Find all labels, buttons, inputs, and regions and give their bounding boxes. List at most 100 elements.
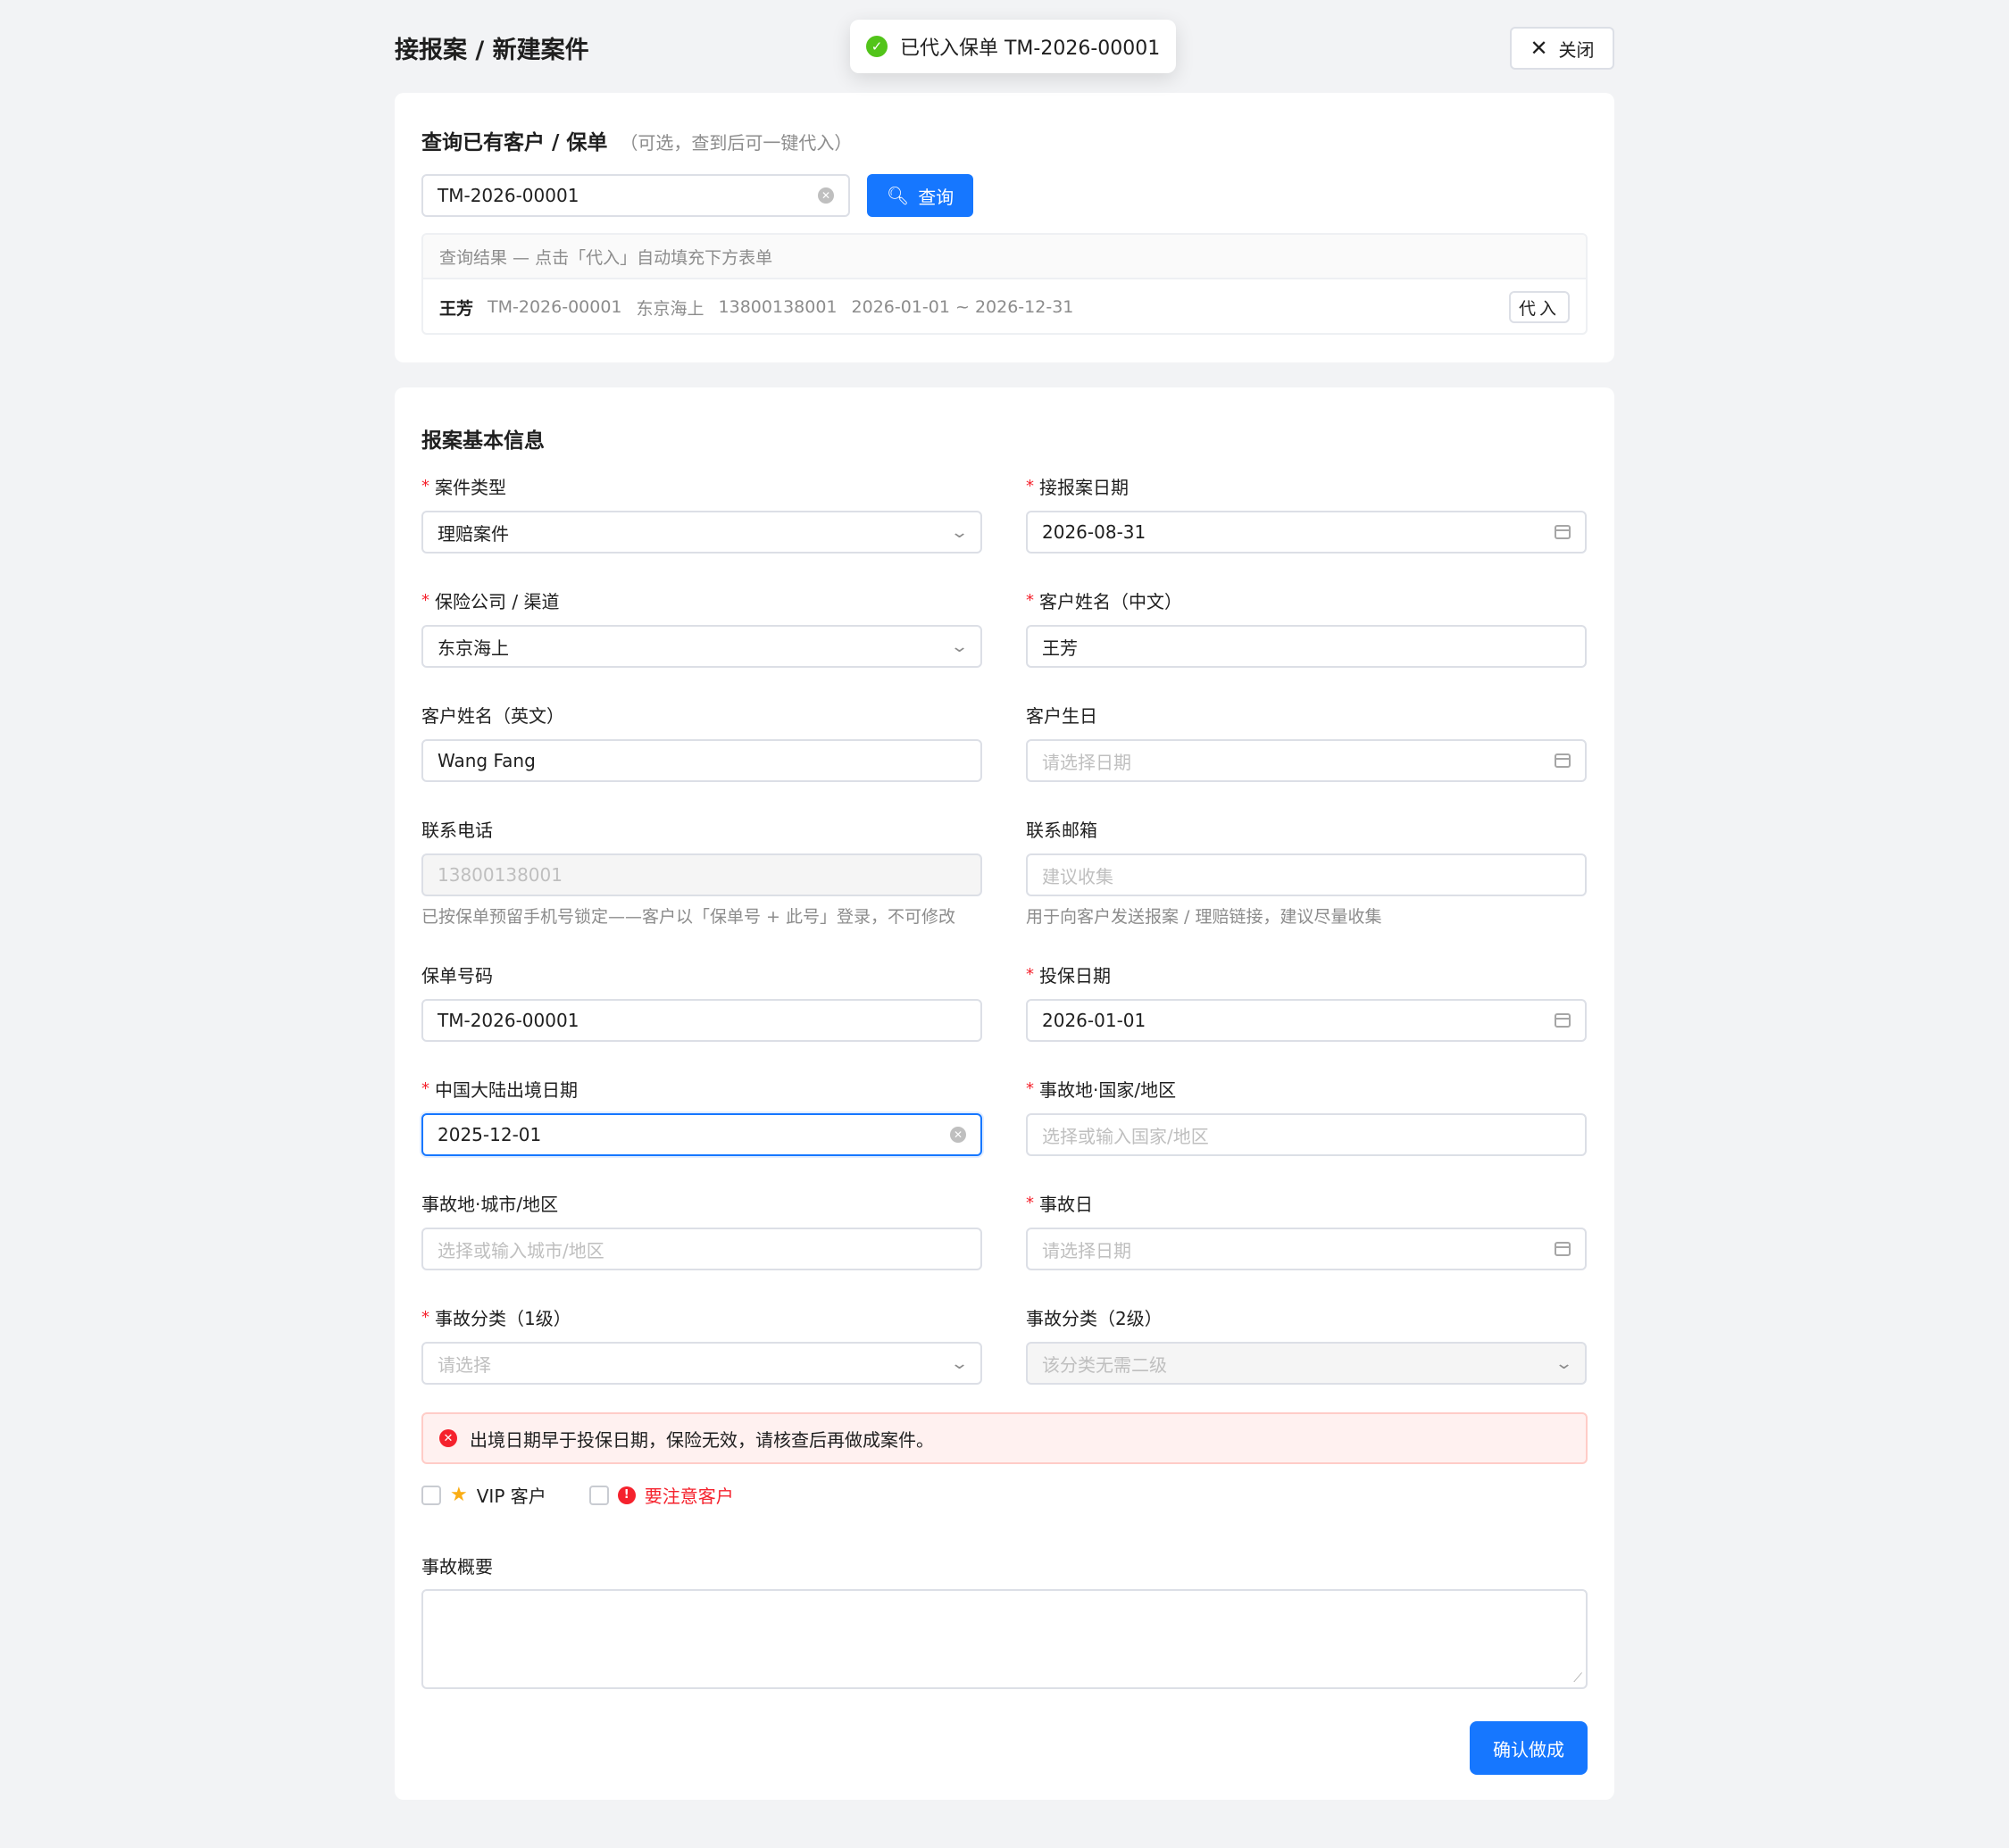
required-mark: * [1026, 1078, 1034, 1098]
form-title: 报案基本信息 [421, 429, 545, 453]
accident-country-field: * 事故地·国家/地区 选择或输入国家/地区 [1026, 1076, 1587, 1156]
search-input-value: TM-2026-00001 [438, 185, 579, 206]
category2-placeholder: 该分类无需二级 [1042, 1353, 1167, 1376]
accident-country-placeholder: 选择或输入国家/地区 [1042, 1125, 1209, 1147]
chevron-down-icon: ⌄ [949, 522, 970, 542]
birthday-picker[interactable]: 请选择日期 [1026, 739, 1587, 782]
chevron-down-icon: ⌄ [949, 1353, 970, 1373]
category2-select: 该分类无需二级 ⌄ [1026, 1342, 1587, 1385]
summary-label: 事故概要 [421, 1556, 493, 1577]
email-hint: 用于向客户发送报案 / 理赔链接，建议尽量收集 [1026, 907, 1382, 927]
search-subtitle: （可选，查到后可一键代入） [620, 132, 853, 154]
case-type-label: * 案件类型 [421, 473, 982, 498]
search-icon: 🔍︎ [886, 185, 910, 206]
policy-no-label: 保单号码 [421, 964, 493, 986]
result-policy: TM-2026-00001 [488, 297, 622, 317]
case-type-field: * 案件类型 理赔案件 ⌄ [421, 473, 982, 554]
exit-date-picker[interactable]: 2025-12-01 ✕ [421, 1113, 982, 1156]
chevron-down-icon: ⌄ [949, 637, 970, 656]
attention-checkbox[interactable]: ! 要注意客户 [588, 1482, 734, 1508]
insurer-label-text: 保险公司 / 渠道 [435, 590, 560, 612]
resize-handle-icon[interactable]: ⟋ [1573, 1671, 1582, 1686]
category1-select[interactable]: 请选择 ⌄ [421, 1342, 982, 1385]
policy-no-value: TM-2026-00001 [438, 1010, 579, 1031]
attention-label: 要注意客户 [644, 1486, 734, 1507]
insurer-field: * 保险公司 / 渠道 东京海上 ⌄ [421, 587, 982, 668]
name-cn-label: * 客户姓名（中文） [1026, 587, 1587, 612]
vip-checkbox[interactable]: ★ VIP 客户 [421, 1482, 546, 1508]
birthday-placeholder: 请选择日期 [1042, 751, 1131, 773]
report-date-label-text: 接报案日期 [1039, 476, 1129, 498]
accident-date-placeholder: 请选择日期 [1042, 1239, 1131, 1261]
policy-date-label-text: 投保日期 [1039, 964, 1111, 986]
customer-flags: ★ VIP 客户 ! 要注意客户 [421, 1482, 734, 1508]
email-input[interactable]: 建议收集 [1026, 853, 1587, 896]
name-cn-input[interactable]: 王芳 [1026, 625, 1587, 668]
error-alert-text: 出境日期早于投保日期，保险无效，请核查后再做成案件。 [470, 1428, 934, 1451]
birthday-field: 客户生日 请选择日期 [1026, 702, 1587, 782]
policy-no-field: 保单号码 TM-2026-00001 [421, 961, 982, 1042]
insurer-select[interactable]: 东京海上 ⌄ [421, 625, 982, 668]
required-mark: * [421, 590, 429, 610]
exit-date-label: * 中国大陆出境日期 [421, 1076, 982, 1101]
apply-button[interactable]: 代入 [1509, 291, 1570, 323]
name-en-field: 客户姓名（英文） Wang Fang [421, 702, 982, 782]
name-en-input[interactable]: Wang Fang [421, 739, 982, 782]
search-results: 查询结果 — 点击「代入」自动填充下方表单 王芳 TM-2026-00001 东… [421, 233, 1588, 335]
policy-no-input[interactable]: TM-2026-00001 [421, 999, 982, 1042]
name-cn-value: 王芳 [1042, 637, 1078, 659]
calendar-icon [1555, 753, 1571, 768]
close-button[interactable]: ✕ 关闭 [1510, 27, 1614, 70]
result-period: 2026-01-01 ~ 2026-12-31 [851, 297, 1074, 317]
exit-date-value: 2025-12-01 [438, 1124, 542, 1145]
policy-date-picker[interactable]: 2026-01-01 [1026, 999, 1587, 1042]
vip-checkbox-box[interactable] [421, 1485, 441, 1505]
accident-city-input[interactable]: 选择或输入城市/地区 [421, 1228, 982, 1270]
accident-country-input[interactable]: 选择或输入国家/地区 [1026, 1113, 1587, 1156]
toast-text: 已代入保单 TM-2026-00001 [900, 37, 1161, 60]
exclamation-icon: ! [617, 1486, 636, 1504]
search-title: 查询已有客户 / 保单 [421, 131, 608, 154]
results-header: 查询结果 — 点击「代入」自动填充下方表单 [423, 235, 1586, 279]
report-date-picker[interactable]: 2026-08-31 [1026, 511, 1587, 554]
case-type-select[interactable]: 理赔案件 ⌄ [421, 511, 982, 554]
result-name: 王芳 [439, 298, 474, 319]
phone-input: 13800138001 [421, 853, 982, 896]
policy-date-field: * 投保日期 2026-01-01 [1026, 961, 1587, 1042]
policy-date-label: * 投保日期 [1026, 961, 1587, 986]
insurer-label: * 保险公司 / 渠道 [421, 587, 982, 612]
clear-icon[interactable]: ✕ [950, 1127, 966, 1143]
accident-city-label: 事故地·城市/地区 [421, 1193, 559, 1215]
birthday-label: 客户生日 [1026, 704, 1097, 727]
name-en-label: 客户姓名（英文） [421, 704, 564, 727]
accident-country-label: * 事故地·国家/地区 [1026, 1076, 1587, 1101]
result-insurer: 东京海上 [636, 298, 704, 319]
accident-date-label-text: 事故日 [1039, 1193, 1093, 1215]
name-cn-label-text: 客户姓名（中文） [1039, 590, 1182, 612]
accident-country-label-text: 事故地·国家/地区 [1039, 1078, 1177, 1101]
error-alert: ✕ 出境日期早于投保日期，保险无效，请核查后再做成案件。 [421, 1412, 1588, 1464]
summary-textarea[interactable]: ⟋ [421, 1589, 1588, 1689]
category1-label-text: 事故分类（1级） [435, 1307, 571, 1329]
category1-label: * 事故分类（1级） [421, 1304, 982, 1329]
calendar-icon [1555, 1242, 1571, 1256]
accident-date-picker[interactable]: 请选择日期 [1026, 1228, 1587, 1270]
submit-button[interactable]: 确认做成 [1470, 1721, 1588, 1775]
attention-checkbox-box[interactable] [588, 1485, 609, 1505]
search-input[interactable]: TM-2026-00001 ✕ [421, 174, 850, 217]
name-cn-field: * 客户姓名（中文） 王芳 [1026, 587, 1587, 668]
clear-icon[interactable]: ✕ [818, 187, 834, 204]
name-en-value: Wang Fang [438, 750, 536, 771]
calendar-icon [1555, 1013, 1571, 1028]
report-date-value: 2026-08-31 [1042, 521, 1146, 543]
required-mark: * [1026, 476, 1034, 495]
required-mark: * [421, 1078, 429, 1098]
category1-field: * 事故分类（1级） 请选择 ⌄ [421, 1304, 982, 1385]
search-card-title: 查询已有客户 / 保单 （可选，查到后可一键代入） [421, 125, 852, 155]
vip-label: VIP 客户 [476, 1486, 546, 1507]
required-mark: * [421, 476, 429, 495]
insurer-value: 东京海上 [438, 637, 509, 659]
search-button[interactable]: 🔍︎ 查询 [867, 174, 973, 217]
exit-date-field: * 中国大陆出境日期 2025-12-01 ✕ [421, 1076, 982, 1156]
email-field: 联系邮箱 建议收集 用于向客户发送报案 / 理赔链接，建议尽量收集 [1026, 816, 1587, 928]
